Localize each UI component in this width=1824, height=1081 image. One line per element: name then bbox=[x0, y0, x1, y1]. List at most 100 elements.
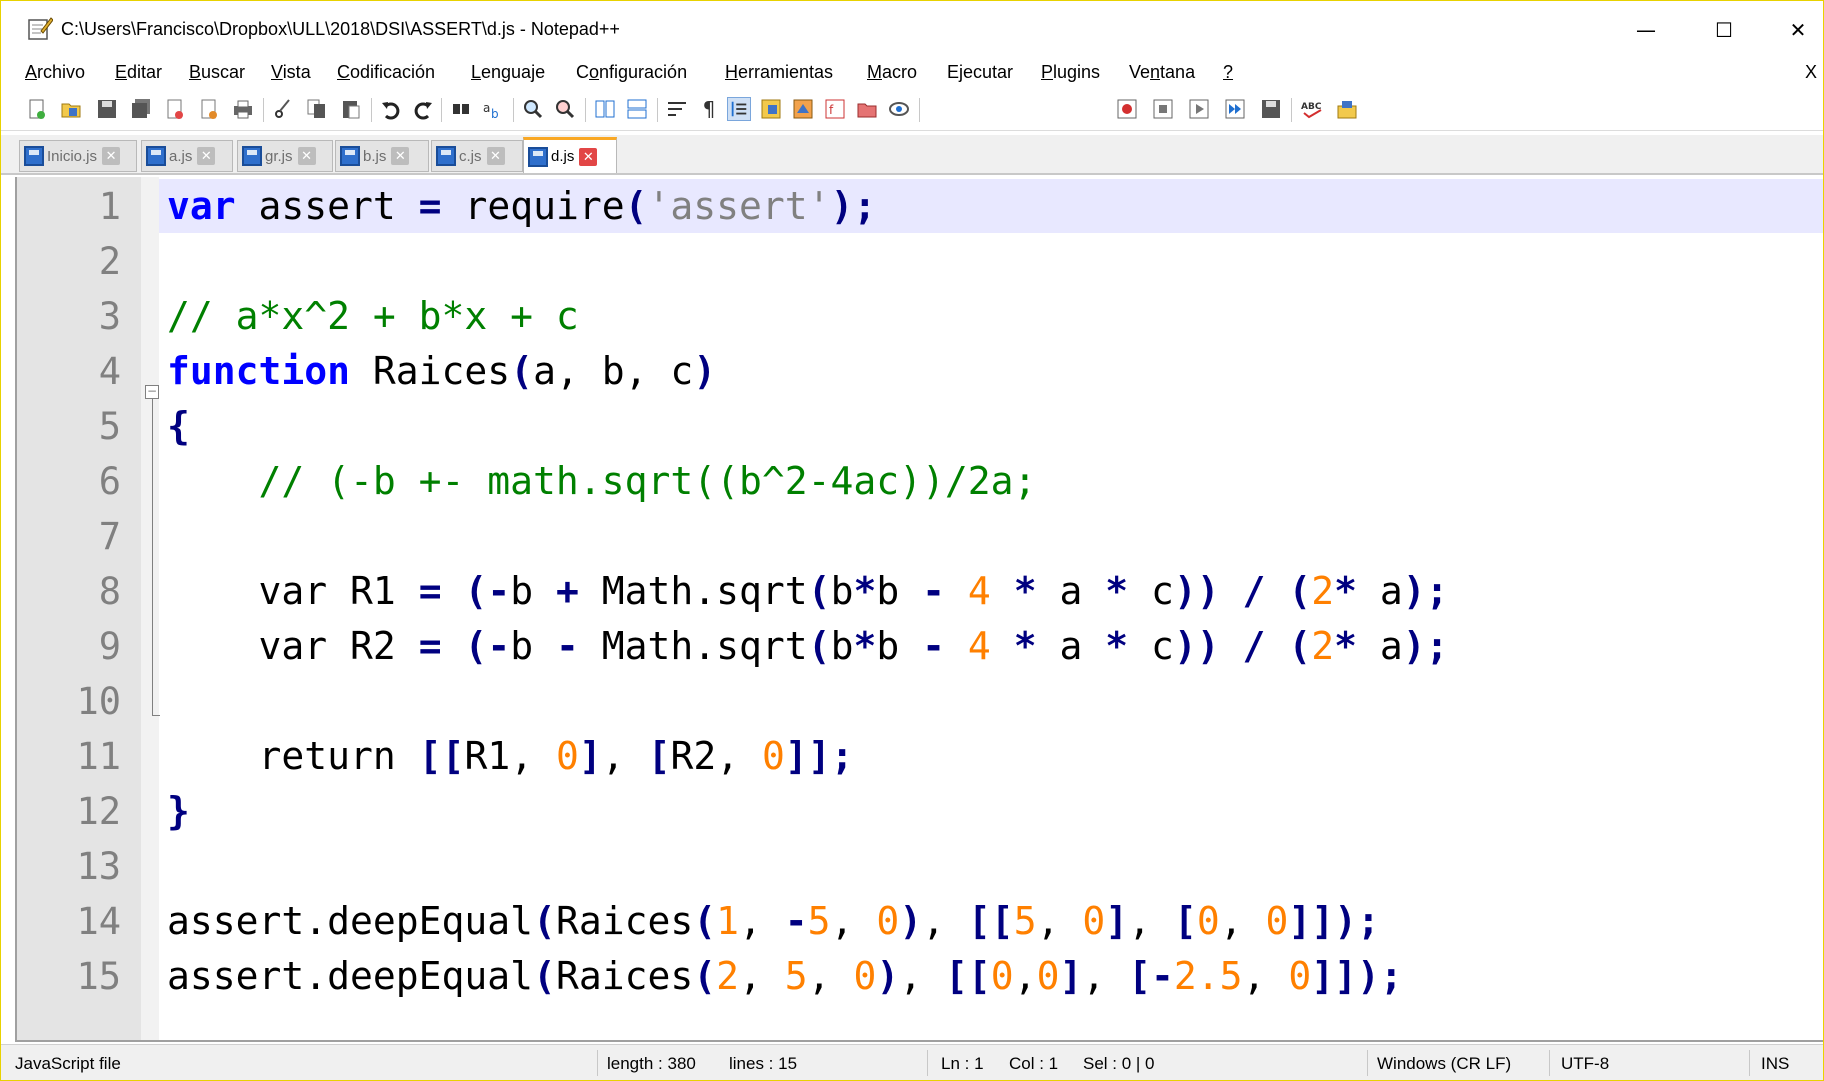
record-macro-icon[interactable] bbox=[1115, 97, 1139, 121]
code-line[interactable]: } bbox=[167, 784, 190, 839]
code-line[interactable]: var R1 = (-b + Math.sqrt(b*b - 4 * a * c… bbox=[167, 564, 1449, 619]
status-lines: lines : 15 bbox=[729, 1054, 798, 1073]
code-line[interactable]: { bbox=[167, 399, 190, 454]
tab-b-js[interactable]: b.js ✕ bbox=[335, 140, 429, 172]
word-wrap-icon[interactable] bbox=[665, 97, 689, 121]
paste-icon[interactable] bbox=[339, 97, 363, 121]
tab-a-js[interactable]: a.js ✕ bbox=[141, 140, 233, 172]
save-icon[interactable] bbox=[95, 97, 119, 121]
stop-macro-icon[interactable] bbox=[1151, 97, 1175, 121]
print-icon[interactable] bbox=[231, 97, 255, 121]
status-mode[interactable]: INS bbox=[1761, 1054, 1789, 1074]
close-window-button[interactable]: ✕ bbox=[1763, 9, 1824, 51]
close-document-x[interactable]: X bbox=[1805, 62, 1817, 83]
identifier-token bbox=[396, 624, 419, 668]
code-line[interactable]: function Raices(a, b, c) bbox=[167, 344, 716, 399]
code-line[interactable]: return [[R1, 0], [R2, 0]]; bbox=[167, 729, 854, 784]
sync-horizontal-icon[interactable] bbox=[625, 97, 649, 121]
close-tab-icon[interactable]: ✕ bbox=[297, 147, 316, 165]
document-map-icon[interactable] bbox=[759, 97, 783, 121]
tab-inicio-js[interactable]: Inicio.js ✕ bbox=[19, 140, 137, 172]
menu-codificacion[interactable]: Codificación bbox=[337, 62, 435, 83]
menu-lenguaje[interactable]: Lenguaje bbox=[471, 62, 545, 83]
status-eol[interactable]: Windows (CR LF) bbox=[1377, 1054, 1511, 1074]
close-file-icon[interactable] bbox=[163, 97, 187, 121]
close-all-icon[interactable] bbox=[197, 97, 221, 121]
code-line[interactable]: assert.deepEqual(Raices(1, -5, 0), [[5, … bbox=[167, 894, 1380, 949]
tab-gr-js[interactable]: gr.js ✕ bbox=[237, 140, 333, 172]
open-icon[interactable] bbox=[59, 97, 83, 121]
minimize-button[interactable]: — bbox=[1611, 9, 1681, 51]
operator-token: ( bbox=[807, 569, 831, 613]
code-line[interactable]: var R2 = (-b - Math.sqrt(b*b - 4 * a * c… bbox=[167, 619, 1449, 674]
number-token: 0 bbox=[556, 734, 579, 778]
notepad-window: C:\Users\Francisco\Dropbox\ULL\2018\DSI\… bbox=[0, 0, 1824, 1081]
code-editor[interactable]: 1 2 3 4 5 6 7 8 9 10 11 12 13 14 15 − var assert = req… bbox=[15, 177, 1823, 1042]
string-token: 'assert' bbox=[647, 184, 831, 228]
menu-herramientas[interactable]: Herramientas bbox=[725, 62, 833, 83]
operator-token: = bbox=[418, 569, 442, 613]
fold-guide bbox=[152, 399, 153, 715]
menu-vista[interactable]: Vista bbox=[271, 62, 311, 83]
javascript-icon[interactable]: f bbox=[823, 97, 847, 121]
identifier-token: b bbox=[876, 624, 923, 668]
plugin-icon[interactable] bbox=[1335, 97, 1359, 121]
maximize-button[interactable]: ☐ bbox=[1689, 9, 1759, 51]
zoom-out-icon[interactable] bbox=[553, 97, 577, 121]
close-tab-icon[interactable]: ✕ bbox=[391, 147, 410, 165]
save-all-icon[interactable] bbox=[129, 97, 153, 121]
operator-token: * bbox=[853, 624, 877, 668]
spell-check-icon[interactable]: ABC bbox=[1301, 97, 1325, 121]
line-number: 4 bbox=[98, 350, 121, 393]
line-number: 7 bbox=[98, 515, 121, 558]
code-line[interactable]: // (-b +- math.sqrt((b^2-4ac))/2a; bbox=[167, 454, 1037, 509]
menu-editar[interactable]: Editar bbox=[115, 62, 162, 83]
code-line[interactable]: var assert = require('assert'); bbox=[167, 179, 876, 234]
operator-token: ] bbox=[1288, 899, 1312, 943]
undo-icon[interactable] bbox=[379, 97, 403, 121]
show-all-characters-icon[interactable]: ¶ bbox=[697, 97, 721, 121]
menu-buscar[interactable]: Buscar bbox=[189, 62, 245, 83]
play-macro-icon[interactable] bbox=[1187, 97, 1211, 121]
menu-archivo[interactable]: Archivo bbox=[25, 62, 85, 83]
sync-vertical-icon[interactable] bbox=[593, 97, 617, 121]
status-length: length : 380 bbox=[607, 1054, 696, 1073]
indent-guide-icon[interactable] bbox=[727, 97, 751, 121]
menu-help[interactable]: ? bbox=[1223, 62, 1233, 83]
cut-icon[interactable] bbox=[271, 97, 295, 121]
operator-token: / bbox=[1242, 569, 1266, 613]
function-list-icon[interactable] bbox=[791, 97, 815, 121]
menu-macro[interactable]: Macro bbox=[867, 62, 917, 83]
menu-configuracion[interactable]: Configuración bbox=[576, 62, 687, 83]
punctuation-token: , bbox=[739, 954, 762, 998]
fold-toggle-icon[interactable]: − bbox=[145, 385, 159, 399]
close-tab-icon[interactable]: ✕ bbox=[579, 147, 598, 166]
close-tab-icon[interactable]: ✕ bbox=[486, 147, 505, 165]
close-tab-icon[interactable]: ✕ bbox=[197, 147, 216, 165]
run-macro-multiple-icon[interactable] bbox=[1223, 97, 1247, 121]
line-number: 11 bbox=[76, 735, 121, 778]
replace-icon[interactable]: ab bbox=[481, 97, 505, 121]
identifier-token: require bbox=[441, 184, 625, 228]
tab-c-js[interactable]: c.js ✕ bbox=[431, 140, 523, 172]
menu-ejecutar[interactable]: Ejecutar bbox=[947, 62, 1013, 83]
folder-workspace-icon[interactable] bbox=[855, 97, 879, 121]
close-tab-icon[interactable]: ✕ bbox=[102, 147, 121, 165]
find-icon[interactable] bbox=[449, 97, 473, 121]
identifier-token bbox=[991, 569, 1014, 613]
menu-plugins[interactable]: Plugins bbox=[1041, 62, 1100, 83]
menu-ventana[interactable]: Ventana bbox=[1129, 62, 1195, 83]
monitoring-eye-icon[interactable] bbox=[887, 97, 911, 121]
tab-d-js[interactable]: d.js ✕ bbox=[523, 137, 617, 173]
code-line[interactable]: assert.deepEqual(Raices(2, 5, 0), [[0,0]… bbox=[167, 949, 1403, 1004]
tab-label: Inicio.js bbox=[47, 147, 98, 165]
zoom-in-icon[interactable] bbox=[521, 97, 545, 121]
redo-icon[interactable] bbox=[411, 97, 435, 121]
copy-icon[interactable] bbox=[305, 97, 329, 121]
save-macro-icon[interactable] bbox=[1259, 97, 1283, 121]
punctuation-token: , bbox=[624, 349, 648, 393]
status-encoding[interactable]: UTF-8 bbox=[1561, 1054, 1609, 1074]
code-line[interactable]: // a*x^2 + b*x + c bbox=[167, 289, 579, 344]
identifier-token bbox=[831, 954, 854, 998]
new-icon[interactable] bbox=[25, 97, 49, 121]
